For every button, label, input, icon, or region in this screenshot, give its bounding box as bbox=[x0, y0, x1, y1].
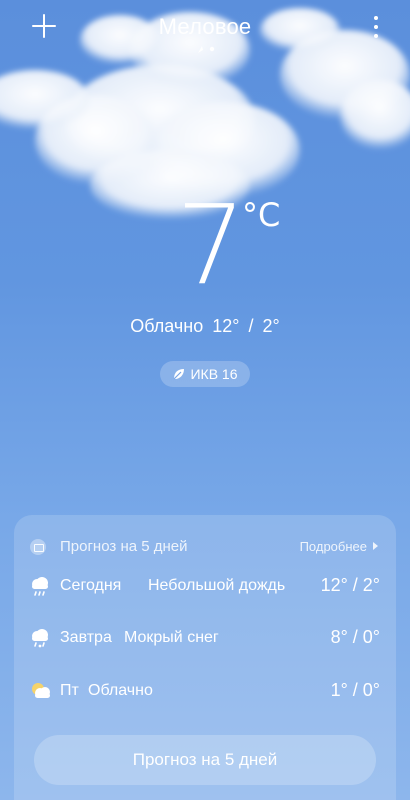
page-dot bbox=[209, 46, 215, 52]
location-indicator bbox=[198, 46, 215, 53]
calendar-icon bbox=[30, 539, 46, 555]
forecast-day: Пт bbox=[60, 682, 79, 699]
chevron-right-icon bbox=[373, 542, 378, 550]
forecast-row-tomorrow[interactable]: Завтра Мокрый снег 8° / 0° bbox=[14, 624, 396, 654]
forecast-condition: Небольшой дождь bbox=[148, 577, 286, 594]
partly-cloudy-icon bbox=[32, 683, 50, 698]
aqi-badge[interactable]: ИКВ 16 bbox=[160, 361, 250, 387]
city-name: Меловое bbox=[158, 14, 252, 39]
forecast-condition: Мокрый снег bbox=[124, 629, 219, 646]
current-summary: Облачно 12° / 2° bbox=[0, 316, 410, 337]
forecast-row-friday[interactable]: Пт Облачно 1° / 0° bbox=[14, 677, 396, 707]
current-temperature: 7 °C bbox=[0, 190, 410, 310]
light-rain-icon bbox=[32, 577, 48, 596]
forecast-condition: Облачно bbox=[88, 682, 153, 699]
location-arrow-icon bbox=[198, 46, 203, 53]
forecast-range: 12° / 2° bbox=[320, 575, 380, 595]
forecast-title: Прогноз на 5 дней bbox=[60, 538, 188, 555]
forecast-day: Сегодня bbox=[60, 577, 122, 594]
temperature-unit: °C bbox=[242, 196, 281, 234]
more-options-button[interactable] bbox=[372, 16, 380, 38]
sleet-icon bbox=[32, 629, 48, 648]
temperature-value: 7 bbox=[176, 181, 246, 309]
forecast-more-link[interactable]: Подробнее bbox=[300, 539, 378, 554]
aqi-label: ИКВ 16 bbox=[190, 366, 238, 382]
leaf-icon bbox=[174, 369, 185, 380]
more-label: Подробнее bbox=[299, 539, 367, 554]
current-condition: Облачно bbox=[130, 316, 204, 336]
forecast-day: Завтра bbox=[60, 629, 112, 646]
five-day-forecast-button[interactable]: Прогноз на 5 дней bbox=[34, 735, 376, 785]
forecast-header: Прогноз на 5 дней Подробнее bbox=[14, 535, 396, 559]
forecast-row-today[interactable]: Сегодня Небольшой дождь 12° / 2° bbox=[14, 572, 396, 602]
forecast-card: Прогноз на 5 дней Подробнее Сегодня Небо… bbox=[14, 515, 396, 800]
current-range: 12° / 2° bbox=[212, 316, 280, 336]
top-bar: Меловое bbox=[0, 0, 410, 60]
forecast-range: 1° / 0° bbox=[330, 680, 380, 700]
forecast-range: 8° / 0° bbox=[330, 627, 380, 647]
